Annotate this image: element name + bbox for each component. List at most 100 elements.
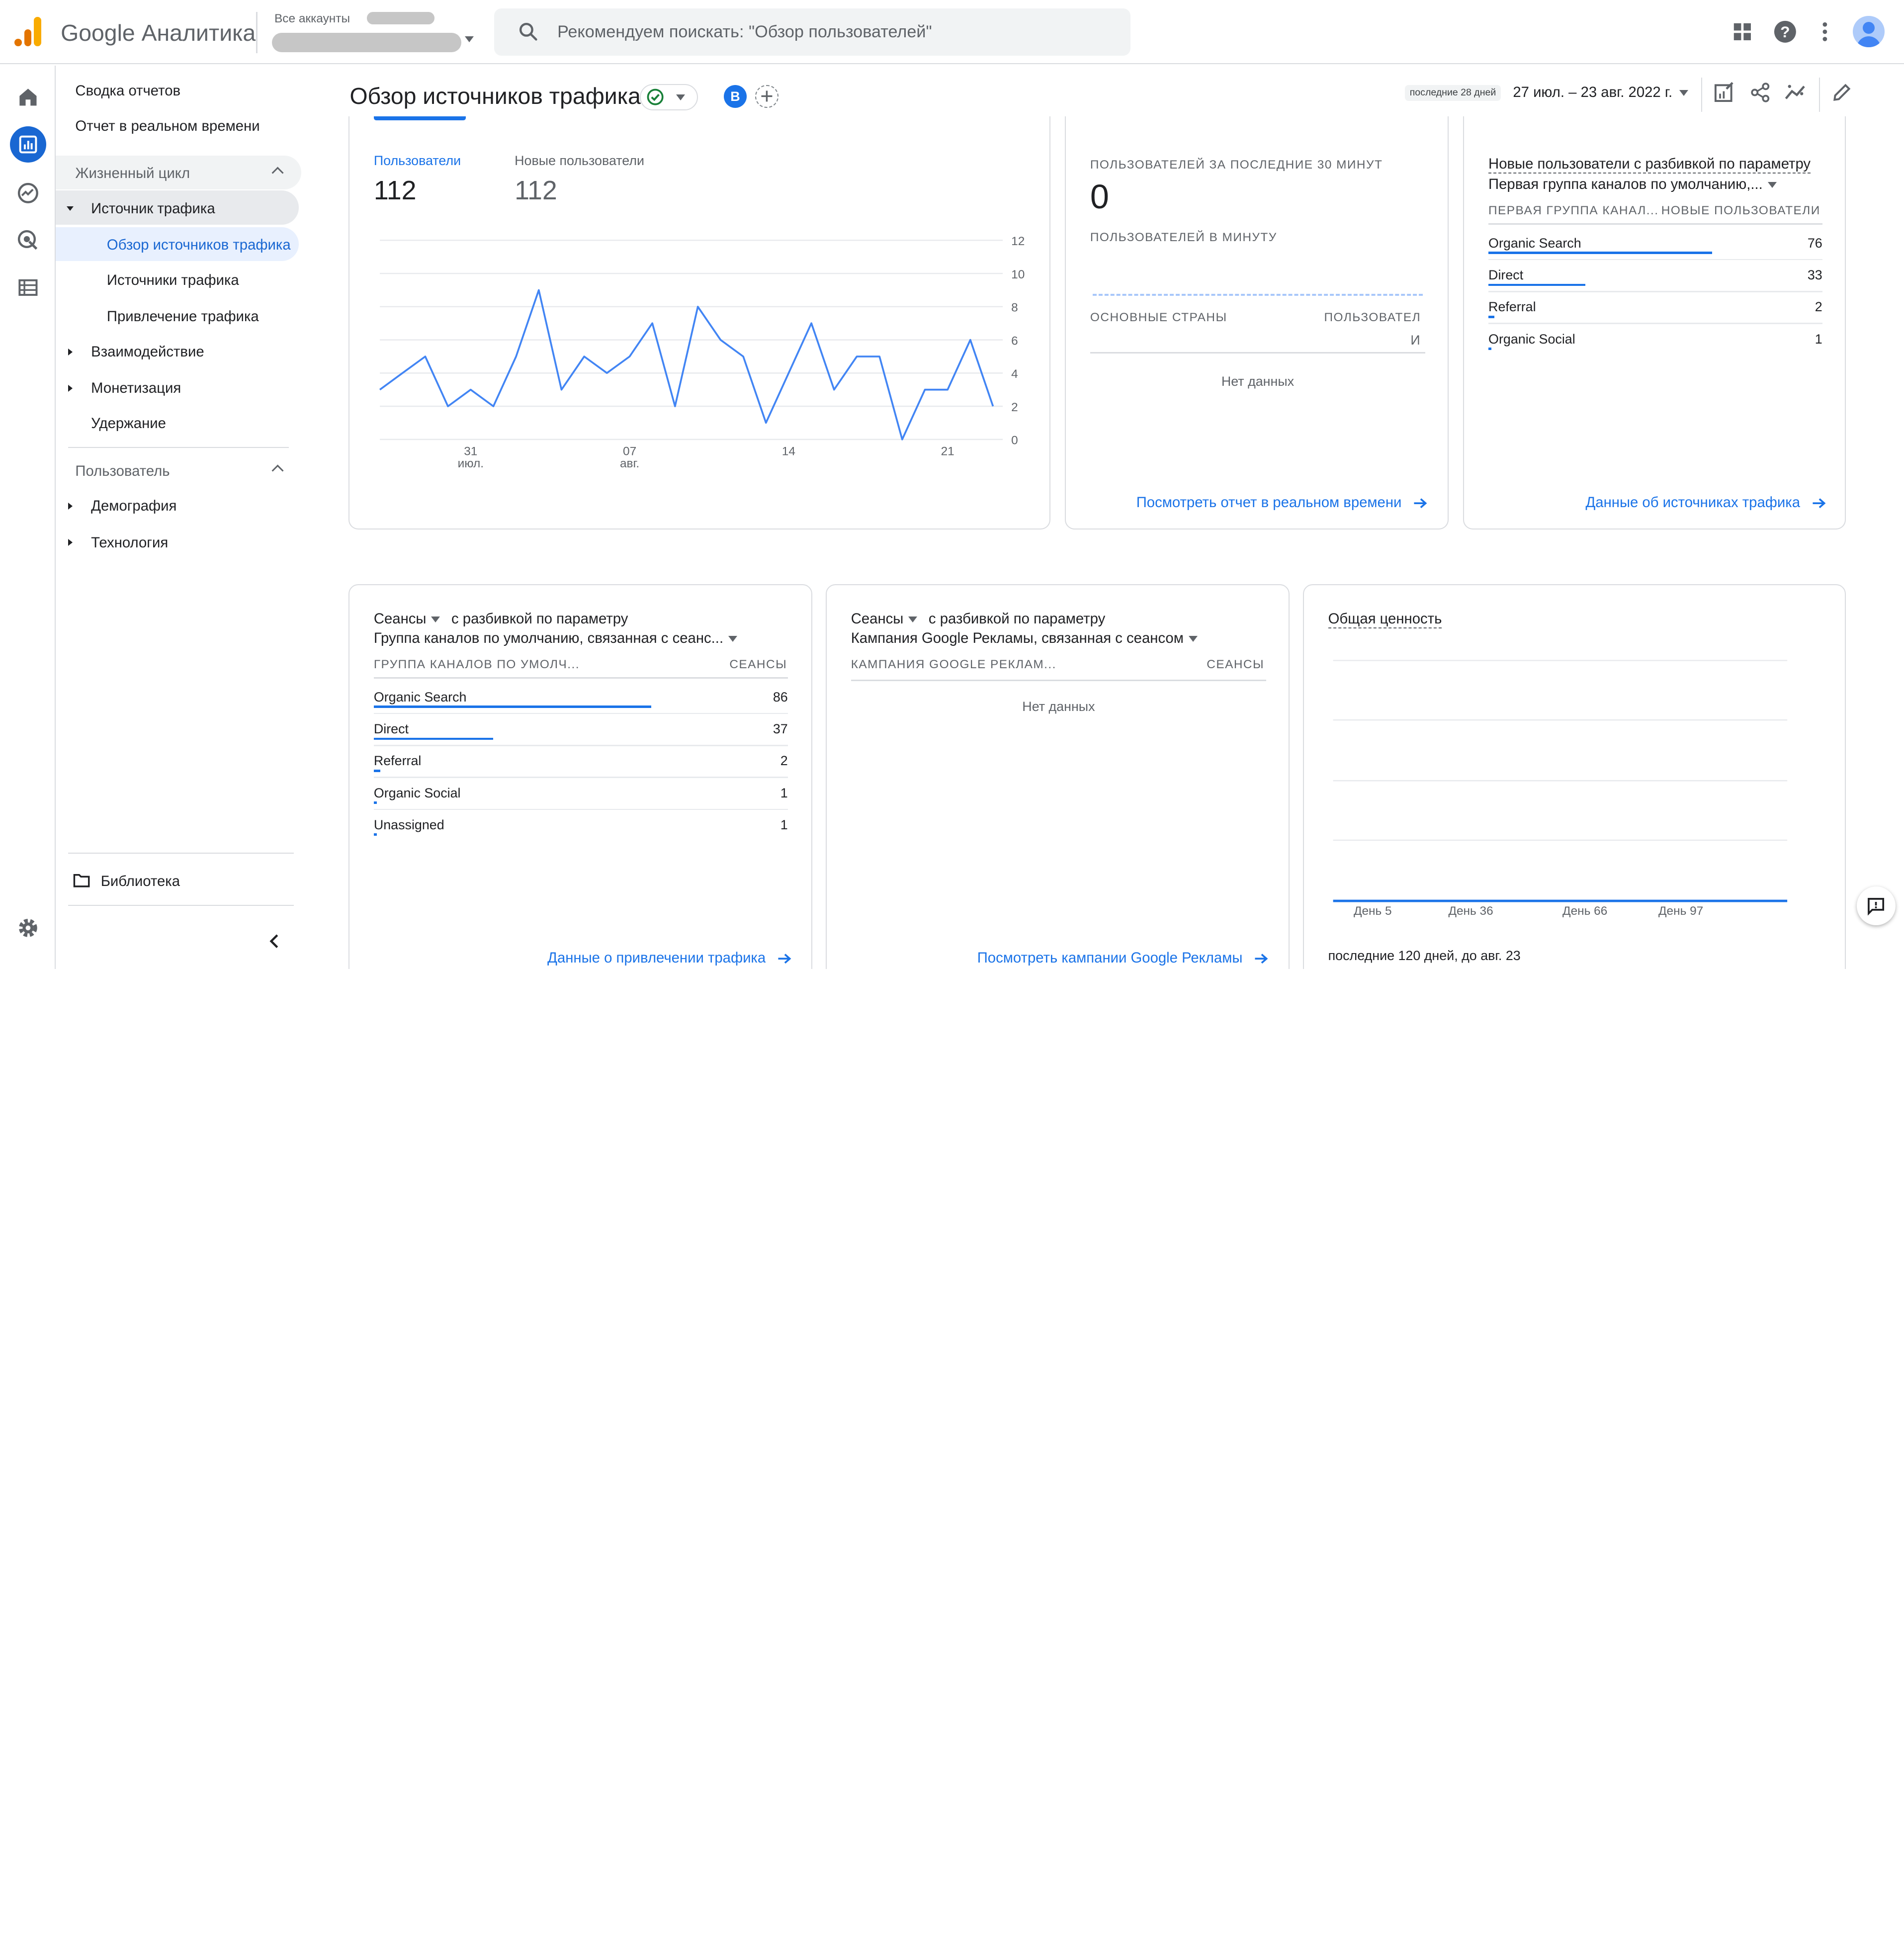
search-input[interactable]: [557, 8, 1116, 56]
settings-gear-icon[interactable]: [16, 916, 40, 940]
nav-section-user[interactable]: Пользователь: [56, 453, 301, 487]
table-row[interactable]: Organic Search 76: [1488, 228, 1822, 261]
chart-data-point[interactable]: [898, 436, 906, 443]
nav-tech[interactable]: Технология: [91, 534, 168, 551]
chart-data-point[interactable]: [876, 353, 883, 360]
help-icon[interactable]: ?: [1772, 18, 1799, 45]
home-icon[interactable]: [16, 85, 40, 109]
configure-list-icon[interactable]: [16, 275, 40, 300]
chart-data-point[interactable]: [672, 403, 679, 410]
more-vert-icon[interactable]: [1812, 18, 1838, 45]
nav-reports-snapshot[interactable]: Сводка отчетов: [75, 83, 180, 99]
chart-data-point[interactable]: [762, 419, 770, 427]
apps-grid-icon[interactable]: [1729, 18, 1756, 45]
folder-icon[interactable]: [73, 873, 90, 887]
expand-caret-icon[interactable]: [68, 503, 73, 510]
table-row[interactable]: Direct 33: [1488, 260, 1822, 292]
metric-selector[interactable]: Сеансы с разбивкой по параметру: [851, 611, 1106, 627]
chart-data-point[interactable]: [444, 403, 452, 410]
table-row[interactable]: Organic Social 1: [1488, 324, 1822, 356]
chart-data-point[interactable]: [989, 403, 997, 410]
property-picker[interactable]: [272, 32, 462, 53]
date-range-picker[interactable]: 27 июл. – 23 авг. 2022 г.: [1513, 84, 1672, 101]
explore-icon[interactable]: [16, 181, 40, 205]
chart-data-point[interactable]: [921, 386, 929, 394]
dimension-selector[interactable]: Кампания Google Рекламы, связанная с сеа…: [851, 630, 1198, 647]
chart-data-point[interactable]: [604, 369, 611, 377]
tab-users[interactable]: Пользователи: [374, 153, 461, 169]
view-realtime-link[interactable]: Посмотреть отчет в реальном времени: [1136, 494, 1428, 511]
add-comparison-button[interactable]: [755, 85, 779, 108]
new-users-card-title[interactable]: Новые пользователи с разбивкой по параме…: [1488, 156, 1811, 174]
nav-traffic-sources[interactable]: Источники трафика: [107, 272, 239, 289]
reports-icon-active[interactable]: [9, 126, 46, 163]
date-dropdown-icon[interactable]: [1679, 89, 1688, 96]
chart-data-point[interactable]: [944, 386, 952, 394]
nav-acquisition-overview[interactable]: Обзор источников трафика: [56, 227, 299, 262]
table-row[interactable]: Referral 2: [1488, 292, 1822, 324]
dimension-selector[interactable]: Группа каналов по умолчанию, связанная с…: [374, 630, 737, 647]
share-icon[interactable]: [1750, 82, 1772, 103]
tab-new-users[interactable]: Новые пользователи: [515, 153, 644, 169]
nav-traffic-acquisition[interactable]: Привлечение трафика: [107, 308, 259, 325]
advertising-icon[interactable]: [16, 228, 40, 253]
comparison-badge[interactable]: В: [723, 85, 747, 108]
property-dropdown-icon[interactable]: [465, 36, 474, 43]
y-tick-label: 2: [1011, 401, 1018, 414]
insights-icon[interactable]: [1785, 82, 1807, 103]
chart-data-point[interactable]: [694, 303, 701, 311]
chart-data-point[interactable]: [853, 353, 861, 360]
chart-data-point[interactable]: [785, 369, 792, 377]
report-status-chip[interactable]: [640, 84, 698, 111]
chart-data-point[interactable]: [830, 386, 838, 394]
chart-data-point[interactable]: [535, 286, 543, 294]
traffic-sources-link[interactable]: Данные об источниках трафика: [1585, 494, 1826, 511]
chart-data-point[interactable]: [422, 353, 429, 360]
table-row[interactable]: Unassigned 1: [373, 810, 788, 842]
collapse-nav-icon[interactable]: [267, 933, 281, 950]
nav-realtime[interactable]: Отчет в реальном времени: [75, 118, 260, 135]
chart-data-point[interactable]: [717, 337, 724, 344]
ltv-chart[interactable]: [1304, 585, 1846, 937]
chart-data-point[interactable]: [966, 337, 974, 344]
search-bar[interactable]: [494, 8, 1130, 56]
nav-section-lifecycle[interactable]: Жизненный цикл: [56, 155, 301, 189]
table-row[interactable]: Referral 2: [373, 746, 788, 778]
chart-data-point[interactable]: [513, 353, 520, 360]
expand-caret-icon[interactable]: [68, 539, 73, 546]
app-title[interactable]: Google Аналитика: [61, 19, 256, 46]
nav-retention[interactable]: Удержание: [91, 415, 166, 432]
chart-data-point[interactable]: [558, 386, 565, 394]
view-google-ads-link[interactable]: Посмотреть кампании Google Рекламы: [977, 950, 1269, 967]
account-avatar[interactable]: [1853, 15, 1885, 48]
expand-caret-icon[interactable]: [68, 385, 73, 392]
edit-pencil-icon[interactable]: [1831, 82, 1853, 103]
expand-caret-icon[interactable]: [68, 348, 73, 355]
chart-data-point[interactable]: [490, 403, 497, 410]
nav-acquisition[interactable]: Источник трафика: [56, 190, 299, 225]
chart-data-point[interactable]: [467, 386, 474, 394]
chart-data-point[interactable]: [649, 320, 656, 327]
analytics-logo-icon[interactable]: [14, 17, 42, 46]
chart-data-point[interactable]: [376, 386, 384, 394]
chart-data-point[interactable]: [626, 353, 633, 360]
chart-data-point[interactable]: [808, 320, 815, 327]
chart-data-point[interactable]: [581, 353, 588, 360]
feedback-button[interactable]: [1856, 886, 1896, 926]
nav-library[interactable]: Библиотека: [101, 873, 180, 890]
table-row[interactable]: Organic Search 86: [373, 682, 788, 714]
chart-data-point[interactable]: [399, 369, 406, 377]
customize-report-icon[interactable]: [1713, 82, 1735, 103]
date-preset-label[interactable]: последние 28 дней: [1404, 85, 1501, 101]
nav-engagement[interactable]: Взаимодействие: [91, 344, 204, 360]
table-row[interactable]: Direct 37: [373, 714, 788, 746]
nav-demographics[interactable]: Демография: [91, 498, 176, 515]
chart-data-point[interactable]: [740, 353, 747, 360]
nav-monetization[interactable]: Монетизация: [91, 380, 181, 397]
account-breadcrumb[interactable]: Все аккаунты: [274, 12, 350, 26]
users-line-chart[interactable]: 0 2 4 6 8 10 12 31июл. 07авг. 14 21: [349, 226, 1050, 481]
metric-selector[interactable]: Сеансы с разбивкой по параметру: [374, 611, 628, 627]
traffic-acquisition-link[interactable]: Данные о привлечении трафика: [547, 950, 791, 967]
table-row[interactable]: Organic Social 1: [373, 778, 788, 810]
dimension-selector[interactable]: Первая группа каналов по умолчанию,...: [1488, 176, 1777, 193]
